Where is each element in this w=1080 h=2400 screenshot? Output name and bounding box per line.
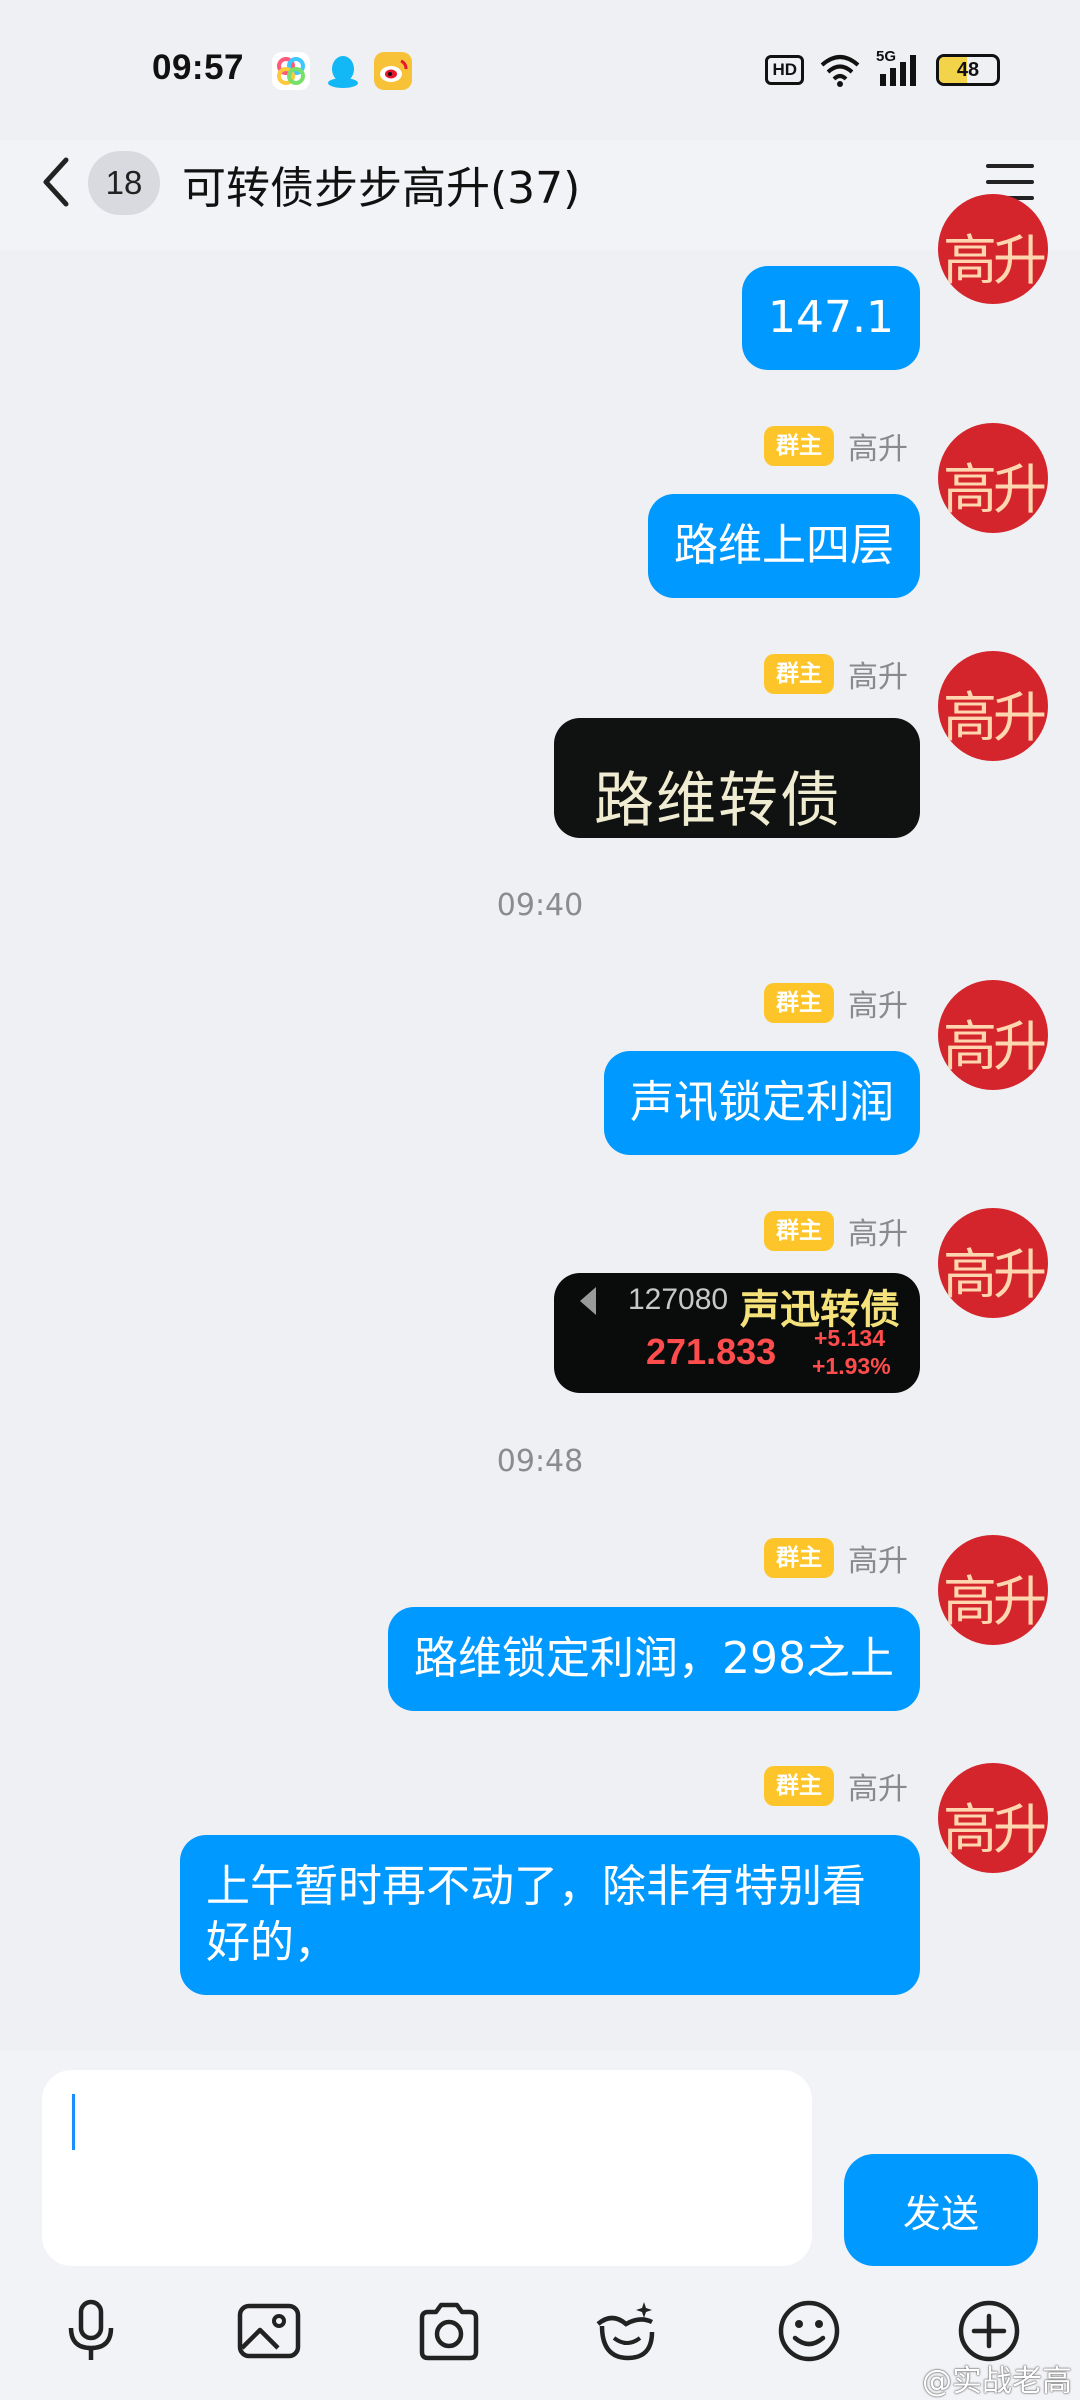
sender-meta: 群主 高升 — [764, 652, 908, 696]
signal-icon: 5G — [876, 48, 922, 88]
owner-badge: 群主 — [764, 1211, 834, 1251]
quote-change: +5.134 — [814, 1325, 885, 1351]
message-input[interactable] — [42, 2070, 812, 2266]
chevron-left-icon — [580, 1287, 596, 1315]
weibo-icon — [374, 52, 412, 90]
owner-badge: 群主 — [764, 654, 834, 694]
avatar-text: 高升 — [943, 686, 1047, 749]
back-icon[interactable] — [36, 154, 80, 210]
qq-icon — [324, 52, 362, 90]
owner-badge: 群主 — [764, 426, 834, 466]
avatar-text: 高升 — [943, 1243, 1047, 1306]
quote-price: 271.833 — [646, 1331, 777, 1372]
sticker-face-icon[interactable] — [592, 2296, 662, 2366]
avatar-text: 高升 — [943, 1798, 1047, 1861]
hd-badge: HD — [765, 55, 804, 85]
photos-icon — [272, 52, 310, 90]
avatar[interactable]: 高升 — [938, 1535, 1048, 1645]
sender-meta: 群主 高升 — [764, 1764, 908, 1808]
sender-meta: 群主 高升 — [764, 1536, 908, 1580]
quote-change-pct: +1.93% — [812, 1353, 891, 1379]
owner-badge: 群主 — [764, 1538, 834, 1578]
watermark: @实战老高 — [922, 2364, 1072, 2399]
camera-icon[interactable] — [414, 2296, 484, 2366]
owner-badge: 群主 — [764, 1766, 834, 1806]
avatar[interactable]: 高升 — [938, 980, 1048, 1090]
message-bubble[interactable]: 路维锁定利润，298之上 — [388, 1607, 920, 1711]
image-message[interactable]: ▀▀▀▀▀ 路维转债 — [554, 718, 920, 838]
avatar[interactable]: 高升 — [938, 423, 1048, 533]
sender-meta: 群主 高升 — [764, 424, 908, 468]
time-separator: 09:48 — [496, 1444, 584, 1479]
sender-name[interactable]: 高升 — [848, 981, 908, 1025]
sender-meta: 群主 高升 — [764, 981, 908, 1025]
microphone-icon[interactable] — [56, 2296, 126, 2366]
message-bubble[interactable]: 上午暂时再不动了，除非有特别看好的， — [180, 1835, 920, 1995]
status-indicators: HD 5G 48 — [765, 48, 1000, 90]
sender-meta: 群主 高升 — [764, 1209, 908, 1253]
avatar[interactable]: 高升 — [938, 651, 1048, 761]
avatar-text: 高升 — [943, 1570, 1047, 1633]
quote-code: 127080 — [628, 1283, 729, 1316]
owner-badge: 群主 — [764, 983, 834, 1023]
message-bubble[interactable]: 147.1 — [742, 266, 920, 370]
status-time: 09:57 — [152, 48, 245, 87]
sender-name[interactable]: 高升 — [848, 1764, 908, 1808]
status-bar: 09:57 HD 5G 48 — [0, 0, 1080, 140]
battery-level: 48 — [956, 58, 980, 81]
avatar[interactable]: 高升 — [938, 194, 1048, 304]
image-message-crop-text: ▀▀▀▀▀ — [602, 718, 827, 749]
time-separator: 09:40 — [496, 888, 584, 923]
send-button[interactable]: 发送 — [844, 2154, 1038, 2266]
sender-name[interactable]: 高升 — [848, 1536, 908, 1580]
avatar[interactable]: 高升 — [938, 1208, 1048, 1318]
image-message-text: 路维转债 — [594, 766, 842, 836]
unread-count-badge[interactable]: 18 — [88, 151, 160, 215]
avatar-text: 高升 — [943, 1015, 1047, 1078]
chat-title[interactable]: 可转债步步高升(37) — [182, 152, 580, 216]
wifi-icon — [820, 55, 860, 87]
avatar-text: 高升 — [943, 458, 1047, 521]
stock-quote-image[interactable]: 127080 声迅转债 271.833 +5.134 +1.93% — [554, 1273, 920, 1393]
avatar[interactable]: 高升 — [938, 1763, 1048, 1873]
sender-name[interactable]: 高升 — [848, 424, 908, 468]
sender-name[interactable]: 高升 — [848, 652, 908, 696]
image-icon[interactable] — [234, 2296, 304, 2366]
message-bubble[interactable]: 声讯锁定利润 — [604, 1051, 920, 1155]
avatar-text: 高升 — [943, 229, 1047, 292]
emoji-icon[interactable] — [774, 2296, 844, 2366]
text-caret — [72, 2094, 75, 2150]
message-bubble[interactable]: 路维上四层 — [648, 494, 920, 598]
battery-icon: 48 — [936, 54, 1000, 86]
sender-name[interactable]: 高升 — [848, 1209, 908, 1253]
